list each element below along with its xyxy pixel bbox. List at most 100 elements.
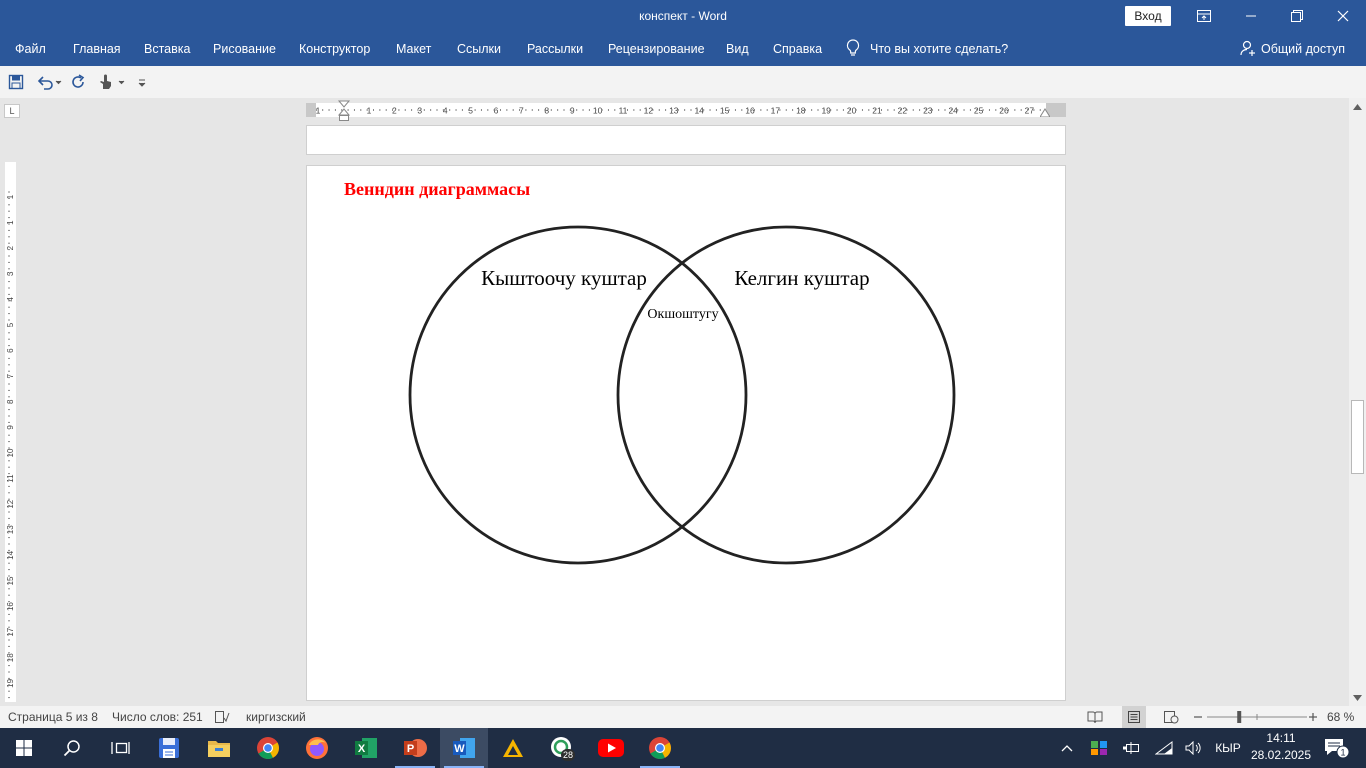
chat-app-icon[interactable]: 28 xyxy=(538,728,586,768)
person-icon xyxy=(1240,40,1256,59)
tab-home[interactable]: Главная xyxy=(73,32,121,66)
zoom-in-icon[interactable] xyxy=(1308,706,1318,728)
horizontal-ruler[interactable]: 1 1 2 3 4 5 6 7 8 9 10 11 12 13 14 15 16 17 18 19 20 21 22 23 24… xyxy=(306,100,1066,121)
clock-time: 14:11 xyxy=(1266,731,1296,745)
tell-me-search[interactable]: Что вы хотите сделать? xyxy=(846,32,1008,66)
venn-right-label: Келгин куштар xyxy=(734,266,869,290)
scroll-down-icon[interactable] xyxy=(1349,689,1366,706)
scroll-up-icon[interactable] xyxy=(1349,98,1366,115)
input-language[interactable]: КЫР xyxy=(1212,728,1244,768)
save-icon[interactable] xyxy=(8,72,24,92)
wifi-icon[interactable] xyxy=(1153,728,1175,768)
ruler-tick-label: 4 xyxy=(6,297,15,302)
excel-icon[interactable]: X xyxy=(342,728,390,768)
volume-icon[interactable] xyxy=(1183,728,1205,768)
web-layout-icon[interactable] xyxy=(1163,706,1179,728)
tab-layout[interactable]: Макет xyxy=(396,32,431,66)
ruler-tick-label: 24 xyxy=(948,106,958,116)
scrollbar-thumb[interactable] xyxy=(1351,400,1364,474)
ruler-tick-label: 12 xyxy=(6,499,15,508)
svg-text:W: W xyxy=(454,743,465,755)
ruler-tick-label: 1 xyxy=(6,220,15,225)
tab-references[interactable]: Ссылки xyxy=(457,32,501,66)
show-hidden-icons-icon[interactable] xyxy=(1056,728,1078,768)
document-area[interactable]: L 1 1 2 3 4 5 6 7 8 9 10 11 12 13 14 15 16 17 18 19 20 21 22 23… xyxy=(0,98,1349,713)
zoom-slider-thumb[interactable] xyxy=(1237,711,1242,723)
ruler-tick-label: 22 xyxy=(898,106,908,116)
powerpoint-icon[interactable]: P xyxy=(391,728,439,768)
print-layout-icon[interactable] xyxy=(1122,706,1146,728)
tab-review[interactable]: Рецензирование xyxy=(608,32,705,66)
read-mode-icon[interactable] xyxy=(1087,706,1103,728)
ruler-tick-label: 14 xyxy=(694,106,704,116)
tab-design[interactable]: Конструктор xyxy=(299,32,370,66)
tab-mailings[interactable]: Рассылки xyxy=(527,32,583,66)
ruler-tick-label: 23 xyxy=(923,106,933,116)
word-icon[interactable]: W xyxy=(440,728,488,768)
undo-icon[interactable] xyxy=(36,72,62,92)
file-explorer-icon[interactable] xyxy=(195,728,243,768)
title-bar: конспект - Word Вход xyxy=(0,0,1366,32)
zoom-level[interactable]: 68 % xyxy=(1327,706,1354,728)
zoom-slider[interactable] xyxy=(1207,706,1307,728)
redo-icon[interactable] xyxy=(71,72,87,92)
horizontal-ruler-scale: 1 1 2 3 4 5 6 7 8 9 10 11 12 13 14 15 16 17 18 19 20 21 22 23 24… xyxy=(309,106,1060,116)
tab-selector[interactable]: L xyxy=(4,104,20,118)
minimize-icon[interactable] xyxy=(1228,0,1274,32)
proofing-icon[interactable] xyxy=(214,706,230,728)
quick-access-toolbar xyxy=(0,66,1366,98)
svg-text:P: P xyxy=(407,743,414,755)
ribbon-display-options-icon[interactable] xyxy=(1181,0,1227,32)
word-count[interactable]: Число слов: 251 xyxy=(112,706,203,728)
firefox-icon[interactable] xyxy=(293,728,341,768)
ruler-tick-label: 9 xyxy=(6,425,15,430)
clock[interactable]: 14:11 28.02.2025 xyxy=(1250,730,1312,764)
vertical-ruler-scale: 11234567891011121314151617181920 xyxy=(6,191,15,713)
sign-in-button[interactable]: Вход xyxy=(1125,6,1171,26)
task-view-icon[interactable] xyxy=(96,728,144,768)
ruler-tick-label: 15 xyxy=(6,576,15,585)
ruler-tick-label: 10 xyxy=(6,448,15,457)
tell-me-label: Что вы хотите сделать? xyxy=(870,42,1009,56)
venn-overlap-label: Окшоштугу xyxy=(647,307,718,322)
left-margin-region xyxy=(306,103,316,117)
status-bar: Страница 5 из 8 Число слов: 251 киргизск… xyxy=(0,706,1366,728)
document-page[interactable]: Венндин диаграммасы Кыштоочу куштар Келг… xyxy=(306,165,1066,701)
touch-mode-icon[interactable] xyxy=(97,72,127,92)
save-app-icon[interactable] xyxy=(145,728,193,768)
youtube-icon[interactable] xyxy=(587,728,635,768)
tab-insert[interactable]: Вставка xyxy=(144,32,190,66)
ruler-tick-label: 11 xyxy=(6,474,15,483)
ruler-tick-label: 7 xyxy=(6,373,15,378)
share-button[interactable]: Общий доступ xyxy=(1240,32,1345,66)
page-count[interactable]: Страница 5 из 8 xyxy=(8,706,98,728)
vertical-scrollbar[interactable] xyxy=(1349,98,1366,706)
zoom-out-icon[interactable] xyxy=(1193,706,1203,728)
tab-help[interactable]: Справка xyxy=(773,32,822,66)
tab-draw[interactable]: Рисование xyxy=(213,32,276,66)
battery-icon[interactable] xyxy=(1120,728,1142,768)
notifications-icon[interactable]: 1 xyxy=(1320,728,1354,768)
ruler-tick-label: 1 xyxy=(6,194,15,199)
ruler-tick-label: 5 xyxy=(6,322,15,327)
chrome-icon[interactable] xyxy=(244,728,292,768)
ruler-tick-label: 18 xyxy=(796,106,806,116)
start-icon[interactable] xyxy=(0,728,48,768)
right-indent-marker-icon[interactable] xyxy=(1040,107,1050,117)
tab-view[interactable]: Вид xyxy=(726,32,749,66)
restore-icon[interactable] xyxy=(1274,0,1320,32)
app-triangle-icon[interactable] xyxy=(489,728,537,768)
customize-icon[interactable] xyxy=(137,72,147,92)
indent-marker-icon[interactable] xyxy=(337,100,351,123)
ruler-tick-label: 13 xyxy=(6,525,15,534)
search-icon[interactable] xyxy=(48,728,96,768)
chrome-profile-icon[interactable] xyxy=(636,728,684,768)
language-indicator[interactable]: киргизский xyxy=(246,706,306,728)
tab-file[interactable]: Файл xyxy=(15,32,46,66)
close-icon[interactable] xyxy=(1320,0,1366,32)
ruler-tick-label: 26 xyxy=(999,106,1009,116)
vertical-ruler[interactable]: 11234567891011121314151617181920 xyxy=(5,162,16,713)
ruler-tick-label: 10 xyxy=(593,106,603,116)
ruler-tick-label: 6 xyxy=(6,348,15,353)
tray-app-icon[interactable] xyxy=(1087,728,1111,768)
